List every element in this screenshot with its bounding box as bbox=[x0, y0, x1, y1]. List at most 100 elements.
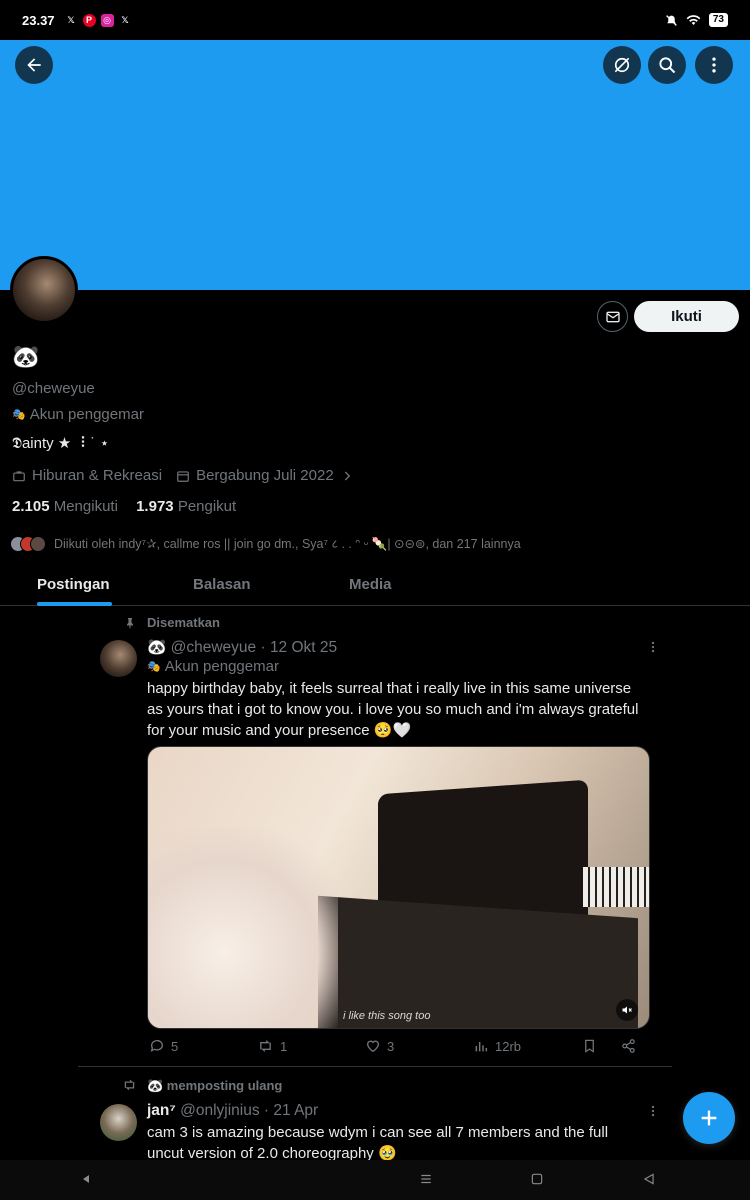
repost-count: 1 bbox=[280, 1038, 288, 1054]
repost-header: jan⁷ @onlyjinius · 21 Apr bbox=[147, 1102, 319, 1119]
view-count: 12rb bbox=[495, 1038, 522, 1054]
search-button[interactable] bbox=[648, 46, 686, 84]
tweet-actions: 5 1 3 12rb bbox=[147, 1038, 642, 1058]
avatar bbox=[30, 535, 46, 552]
pinned-label: Disematkan bbox=[147, 615, 220, 630]
speaker-muted-icon bbox=[622, 1006, 632, 1014]
followers-link[interactable]: 1.973 Pengikut bbox=[136, 498, 236, 515]
video-figure-shape bbox=[148, 827, 338, 1028]
like-count: 3 bbox=[387, 1038, 395, 1054]
heart-icon bbox=[366, 1040, 380, 1053]
tab-replies[interactable]: Balasan bbox=[193, 576, 251, 593]
tweet-video[interactable]: i like this song too bbox=[147, 746, 650, 1029]
tab-media[interactable]: Media bbox=[349, 576, 392, 593]
active-tab-indicator bbox=[37, 602, 112, 606]
profile-handle: @cheweyue bbox=[12, 380, 95, 397]
repost-author-handle[interactable]: @onlyjinius bbox=[180, 1102, 260, 1119]
tweet-divider bbox=[78, 1066, 672, 1067]
tweet-more-icon[interactable] bbox=[646, 640, 660, 654]
profile-category: Hiburan & Rekreasi bbox=[32, 467, 163, 484]
wifi-icon bbox=[686, 15, 701, 25]
profile-bio: 𝕯ainty ★ ⠸ ˙ ⋆ bbox=[12, 435, 110, 452]
profile-tabs: Postingan Balasan Media bbox=[0, 566, 750, 606]
like-button[interactable]: 3 bbox=[365, 1038, 394, 1054]
pinterest-app-icon: P bbox=[82, 13, 96, 27]
message-button[interactable] bbox=[597, 301, 628, 332]
followed-by[interactable]: Diikuti oleh indy⁷✰, callme ros || join … bbox=[10, 535, 521, 552]
back-arrow-icon bbox=[27, 58, 41, 72]
views-button[interactable]: 12rb bbox=[473, 1038, 521, 1054]
follower-avatars bbox=[10, 535, 46, 552]
nav-back-small-icon[interactable] bbox=[80, 1172, 92, 1186]
briefcase-icon bbox=[13, 470, 25, 481]
following-label: Mengikuti bbox=[53, 498, 118, 515]
share-button[interactable] bbox=[621, 1038, 636, 1054]
analytics-icon bbox=[475, 1042, 488, 1052]
grok-button[interactable] bbox=[603, 46, 641, 84]
profile-banner bbox=[0, 40, 750, 290]
x-app-icon: 𝕏 bbox=[67, 14, 75, 25]
back-button[interactable] bbox=[15, 46, 53, 84]
repost-date[interactable]: 21 Apr bbox=[273, 1102, 318, 1119]
battery-indicator: 73 bbox=[708, 13, 728, 27]
bookmark-button[interactable] bbox=[582, 1038, 597, 1054]
nav-home-icon[interactable] bbox=[530, 1172, 544, 1186]
tweet-date[interactable]: 12 Okt 25 bbox=[270, 639, 337, 656]
followed-by-text: Diikuti oleh indy⁷✰, callme ros || join … bbox=[54, 537, 521, 551]
tab-posts[interactable]: Postingan bbox=[37, 576, 110, 593]
share-icon bbox=[622, 1039, 635, 1053]
mask-icon: 🎭 bbox=[12, 409, 26, 421]
repost-author-avatar[interactable] bbox=[100, 1104, 137, 1141]
tweet-author-handle[interactable]: @cheweyue bbox=[171, 639, 257, 656]
more-button[interactable] bbox=[695, 46, 733, 84]
profile-avatar[interactable] bbox=[10, 256, 78, 324]
search-icon bbox=[659, 57, 676, 74]
tweet-header: 🐼 @cheweyue · 12 Okt 25 bbox=[147, 639, 338, 656]
status-bar: 23.37 𝕏 P ◎ 𝕏 73 bbox=[0, 0, 750, 40]
video-caption: i like this song too bbox=[343, 1010, 431, 1022]
repost-indicator-icon bbox=[124, 1079, 135, 1091]
more-vertical-icon bbox=[712, 57, 716, 73]
status-time: 23.37 bbox=[22, 12, 55, 28]
repost-text: cam 3 is amazing because wdym i can see … bbox=[147, 1124, 609, 1162]
envelope-icon bbox=[605, 311, 620, 322]
mute-icon bbox=[666, 14, 677, 26]
calendar-icon bbox=[177, 470, 189, 482]
system-nav-bar bbox=[0, 1160, 750, 1200]
display-name: 🐼 bbox=[12, 344, 40, 369]
reply-count: 5 bbox=[171, 1038, 179, 1054]
nav-back-icon[interactable] bbox=[642, 1172, 656, 1186]
follow-stats: 2.105 Mengikuti 1.973 Pengikut bbox=[12, 498, 236, 515]
x-app-icon-2: 𝕏 bbox=[121, 14, 129, 25]
repost-more-icon[interactable] bbox=[646, 1104, 660, 1118]
following-link[interactable]: 2.105 Mengikuti bbox=[12, 498, 118, 515]
tweet-author-name[interactable]: 🐼 bbox=[147, 639, 166, 656]
tweet-badge-label: Akun penggemar bbox=[164, 658, 279, 675]
followers-count: 1.973 bbox=[136, 498, 174, 515]
reply-icon bbox=[150, 1040, 163, 1052]
nav-recents-icon[interactable] bbox=[418, 1172, 434, 1186]
badge-label: Akun penggemar bbox=[29, 406, 144, 423]
join-date: Bergabung Juli 2022 bbox=[196, 467, 334, 484]
fan-account-badge: 🎭 Akun penggemar bbox=[12, 406, 144, 423]
chevron-right-icon[interactable] bbox=[340, 469, 354, 483]
repost-author-name[interactable]: jan⁷ bbox=[147, 1102, 176, 1119]
tweet-badge: 🎭 Akun penggemar bbox=[147, 658, 279, 675]
bookmark-icon bbox=[585, 1039, 594, 1053]
video-keyboard-shape bbox=[583, 867, 649, 907]
instagram-app-icon: ◎ bbox=[100, 13, 114, 27]
tweet-text: happy birthday baby, it feels surreal th… bbox=[147, 680, 639, 739]
followers-label: Pengikut bbox=[177, 498, 237, 515]
mask-icon: 🎭 bbox=[147, 661, 161, 673]
mute-video-button[interactable] bbox=[616, 999, 638, 1021]
compose-button[interactable] bbox=[683, 1092, 735, 1144]
plus-icon bbox=[701, 1110, 717, 1126]
reply-button[interactable]: 5 bbox=[149, 1038, 178, 1054]
tweet-author-avatar[interactable] bbox=[100, 640, 137, 677]
repost-icon bbox=[260, 1040, 271, 1052]
follow-button[interactable]: Ikuti bbox=[634, 301, 739, 332]
profile-meta: Hiburan & Rekreasi Bergabung Juli 2022 bbox=[12, 467, 354, 484]
following-count: 2.105 bbox=[12, 498, 50, 515]
repost-button[interactable]: 1 bbox=[257, 1038, 287, 1054]
repost-label[interactable]: 🐼 memposting ulang bbox=[147, 1078, 282, 1094]
